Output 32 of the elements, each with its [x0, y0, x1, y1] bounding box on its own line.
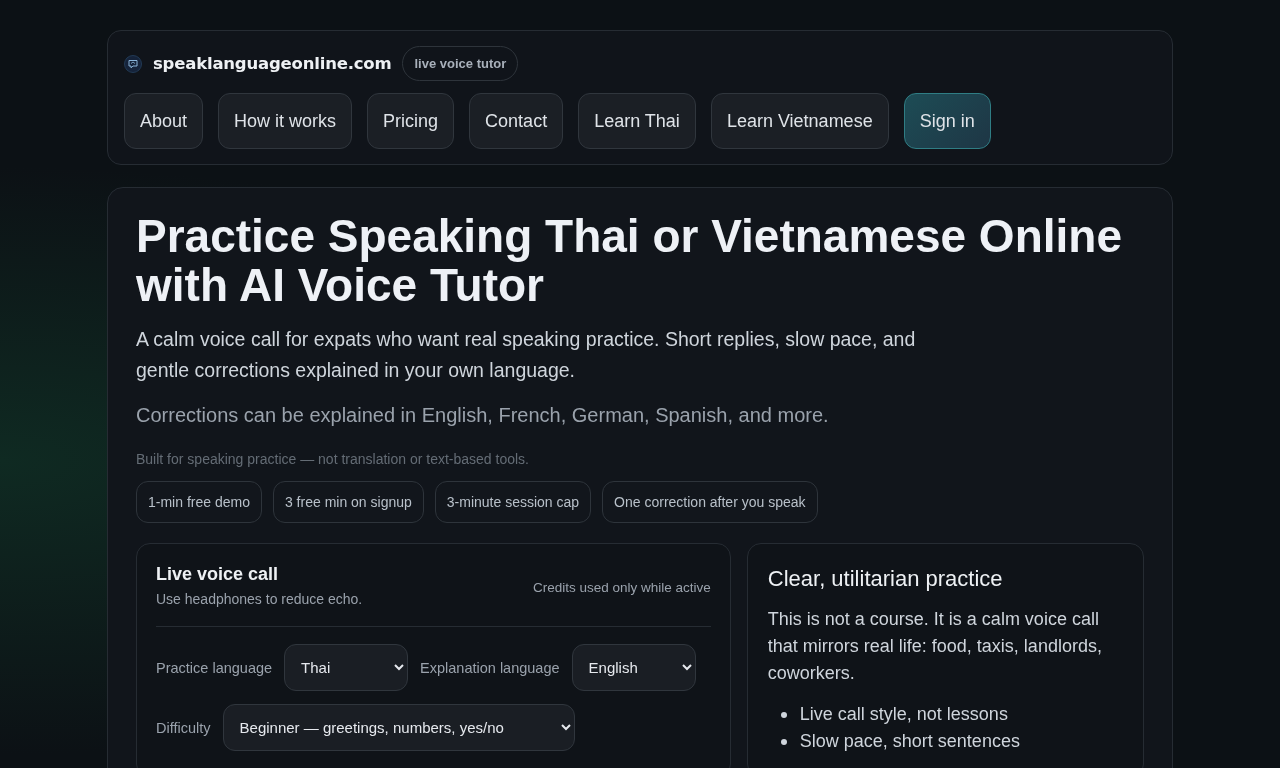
field-label: Practice language: [156, 659, 273, 676]
feature-chip: One correction after you speak: [602, 481, 818, 523]
sign-in-button[interactable]: Sign in: [903, 93, 991, 149]
nav-link[interactable]: Learn Vietnamese: [710, 93, 889, 149]
field-label: Difficulty: [156, 719, 211, 736]
card-text: This is not a course. It is a calm voice call that mirrors real life: food, taxis, landlords, coworkers.: [767, 608, 1103, 685]
credits-note: Credits used only while active: [532, 580, 711, 595]
lead-paragraph: A calm voice call for expats who want real speaking practice. Short replies, slow pace, and gentle corrections explained in your own language.: [136, 327, 917, 383]
card-title: Clear, utilitarian practice: [767, 566, 1004, 592]
feature-chip: 3 free min on signup: [272, 481, 424, 523]
fine-print: Built for speaking practice — not translation or text-based tools.: [136, 451, 530, 467]
list-item-text: Live call style, not lessons: [799, 703, 1008, 726]
nav-link[interactable]: How it works: [218, 93, 353, 149]
feature-chip: 1-min free demo: [136, 481, 262, 523]
nav-link[interactable]: Pricing: [367, 93, 455, 149]
list-item-text: Slow pace, short sentences: [799, 730, 1020, 753]
dropdown-field[interactable]: English: [571, 644, 696, 691]
field-label: Explanation language: [420, 659, 560, 676]
feature-chip: 3-minute session cap: [434, 481, 592, 523]
nav-link[interactable]: Contact: [469, 93, 564, 149]
chat-bubble-icon: [124, 54, 142, 73]
page-title: Practice Speaking Thai or Vietnamese Online with AI Voice Tutor: [136, 212, 1123, 310]
bullet-icon: [780, 738, 787, 745]
bullet-icon: [780, 711, 787, 718]
nav-link[interactable]: Learn Thai: [578, 93, 696, 149]
nav-link[interactable]: About: [124, 93, 204, 149]
dropdown-field[interactable]: Beginner — greetings, numbers, yes/no: [222, 704, 575, 751]
card-subtitle: Use headphones to reduce echo.: [156, 591, 363, 607]
languages-note: Corrections can be explained in English, French, German, Spanish, and more.: [136, 404, 830, 427]
site-name-link[interactable]: speaklanguageonline.com: [153, 54, 392, 73]
dropdown-field[interactable]: Thai: [284, 644, 409, 691]
card-title: Live voice call: [156, 564, 280, 585]
